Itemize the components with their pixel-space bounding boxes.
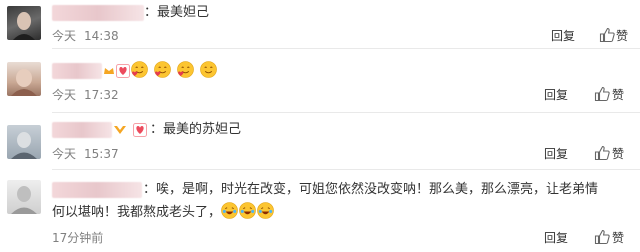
thumbs-up-icon[interactable] bbox=[594, 86, 610, 102]
comment-3: ：最美的苏妲己 今天 15:37 回复 赞 bbox=[0, 113, 640, 169]
time-label: 15:37 bbox=[84, 147, 119, 161]
laughing-tears-emoji bbox=[239, 202, 256, 219]
date-label: 今天 bbox=[52, 147, 77, 161]
comment-text-line-2-text: 何以堪呐！我都熬成老头了， bbox=[52, 205, 222, 220]
thumbs-up-icon[interactable] bbox=[594, 145, 610, 161]
like-label[interactable]: 赞 bbox=[616, 28, 628, 44]
smiling-heart-emoji bbox=[154, 61, 171, 78]
vip-crown-icon bbox=[114, 126, 126, 134]
comment-text-line-1: ：唉，是啊，时光在改变，可姐您依然没改变呐！那么美，那么漂亮，让老弟情 bbox=[143, 182, 599, 197]
like-label[interactable]: 赞 bbox=[612, 146, 624, 162]
username[interactable] bbox=[52, 5, 144, 21]
heart-icon bbox=[133, 123, 147, 137]
like-label[interactable]: 赞 bbox=[612, 230, 624, 246]
emoji-row bbox=[131, 60, 218, 79]
comment-text: ：最美的苏妲己 bbox=[150, 122, 242, 137]
avatar[interactable] bbox=[7, 6, 41, 40]
reply-button[interactable]: 回复 bbox=[544, 146, 568, 162]
thumbs-up-icon[interactable] bbox=[594, 229, 610, 245]
avatar-image-icon bbox=[11, 132, 37, 159]
smiling-face-emoji bbox=[200, 61, 218, 78]
comment-timestamp: 今天 15:37 bbox=[52, 146, 119, 162]
comment-text: ：最美妲己 bbox=[144, 5, 210, 20]
username[interactable] bbox=[52, 182, 142, 198]
laughing-tears-emoji bbox=[257, 202, 274, 219]
date-label: 17分钟前 bbox=[52, 231, 104, 245]
time-label: 14:38 bbox=[84, 29, 119, 43]
smiling-heart-emoji bbox=[131, 61, 148, 78]
date-label: 今天 bbox=[52, 29, 77, 43]
avatar[interactable] bbox=[7, 125, 41, 159]
laughing-tears-emoji bbox=[221, 202, 238, 219]
avatar-image-icon bbox=[13, 12, 35, 40]
reply-button[interactable]: 回复 bbox=[544, 230, 568, 246]
time-label: 17:32 bbox=[84, 88, 119, 102]
avatar-image-icon bbox=[11, 69, 37, 96]
avatar[interactable] bbox=[7, 180, 41, 214]
reply-button[interactable]: 回复 bbox=[544, 87, 568, 103]
comment-1: ：最美妲己 今天 14:38 回复 赞 bbox=[0, 0, 640, 48]
comment-text-line-2: 何以堪呐！我都熬成老头了， bbox=[52, 201, 275, 225]
comment-2: 今天 17:32 回复 赞 bbox=[0, 49, 640, 112]
thumbs-up-icon[interactable] bbox=[599, 27, 615, 43]
vip-crown-icon bbox=[104, 68, 114, 74]
avatar[interactable] bbox=[7, 62, 41, 96]
like-label[interactable]: 赞 bbox=[612, 87, 624, 103]
comment-4: ：唉，是啊，时光在改变，可姐您依然没改变呐！那么美，那么漂亮，让老弟情 何以堪呐… bbox=[0, 170, 640, 252]
comment-timestamp: 17分钟前 bbox=[52, 230, 103, 246]
username[interactable] bbox=[52, 122, 112, 138]
comment-timestamp: 今天 14:38 bbox=[52, 28, 119, 44]
reply-button[interactable]: 回复 bbox=[551, 28, 575, 44]
smiling-heart-emoji bbox=[177, 61, 194, 78]
heart-icon bbox=[116, 64, 130, 78]
comment-timestamp: 今天 17:32 bbox=[52, 87, 119, 103]
avatar-image-icon bbox=[11, 186, 37, 214]
username[interactable] bbox=[52, 63, 102, 79]
date-label: 今天 bbox=[52, 88, 77, 102]
